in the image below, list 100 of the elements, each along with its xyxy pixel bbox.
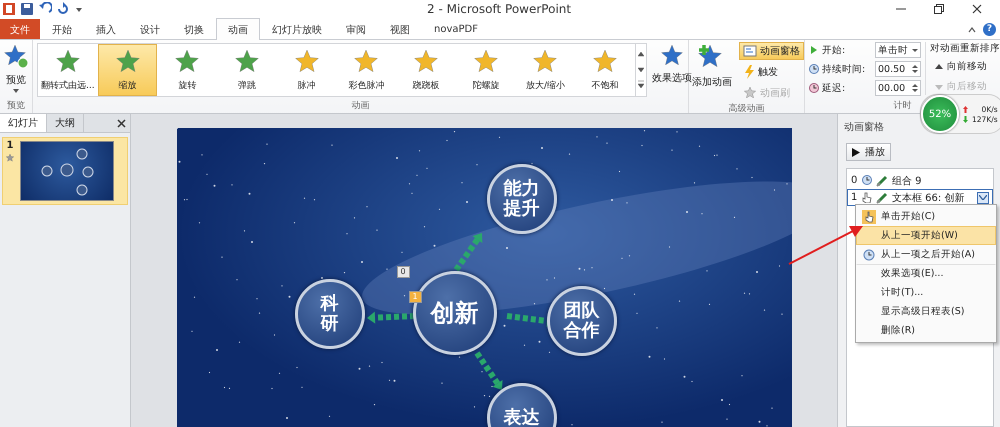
star-icon xyxy=(114,48,141,74)
preview-button[interactable]: 预览 xyxy=(0,42,32,89)
star-icon xyxy=(54,48,81,74)
star-icon xyxy=(592,48,618,74)
animation-effect[interactable]: 陀螺旋 xyxy=(456,44,516,96)
node-label: 创新 xyxy=(430,300,478,326)
star-icon xyxy=(743,86,757,100)
start-dropdown[interactable]: 单击时 xyxy=(875,42,921,58)
ribbon-tab[interactable]: 开始 xyxy=(40,19,84,39)
menu-item[interactable]: 显示高级日程表(S) xyxy=(856,302,996,321)
reorder-heading: 对动画重新排序 xyxy=(930,42,1000,55)
star-icon xyxy=(3,44,29,70)
delay-field[interactable]: 00.00 xyxy=(875,80,921,96)
animation-pane-button[interactable]: 动画窗格 xyxy=(739,42,804,60)
node-label: 表达 xyxy=(504,408,540,427)
clock-icon xyxy=(862,248,876,262)
slide-thumbnail-row[interactable]: 1 xyxy=(2,137,128,205)
play-button[interactable]: 播放 xyxy=(846,143,891,161)
star-icon xyxy=(174,48,200,74)
pane-title: 动画窗格 xyxy=(843,120,885,135)
duration-field[interactable]: 00.50 xyxy=(875,61,921,77)
clock-icon xyxy=(809,83,819,93)
animation-effect[interactable]: 不饱和 xyxy=(575,44,636,96)
ribbon-tab[interactable]: novaPDF xyxy=(422,19,490,39)
close-icon xyxy=(972,4,982,14)
menu-item[interactable]: 效果选项(E)... xyxy=(856,264,996,283)
star-icon xyxy=(353,48,380,74)
restore-button[interactable] xyxy=(932,2,946,16)
star-icon xyxy=(234,48,260,74)
window-title: 2 - Microsoft PowerPoint xyxy=(426,2,572,16)
file-tab[interactable]: 文件 xyxy=(0,19,40,39)
menu-item[interactable]: 从上一项开始(W) xyxy=(856,226,996,245)
menu-item[interactable]: 计时(T)... xyxy=(856,283,996,302)
node-label: 科研 xyxy=(320,294,338,334)
gallery-scrollbar[interactable] xyxy=(635,44,646,96)
play-icon xyxy=(852,148,860,156)
animation-order-tag: 0 xyxy=(396,266,410,278)
dotted-arrow xyxy=(366,312,415,324)
field-label: 持续时间: xyxy=(822,62,866,76)
dotted-arrow xyxy=(474,351,502,390)
wand-icon xyxy=(876,174,888,186)
group-label: 动画 xyxy=(352,100,370,113)
star-icon xyxy=(472,48,499,74)
animation-effect[interactable]: 彩色脉冲 xyxy=(336,44,396,96)
ribbon-tab[interactable]: 视图 xyxy=(378,19,422,39)
up-arrow-icon xyxy=(963,106,968,112)
ribbon-tab[interactable]: 切换 xyxy=(172,19,216,39)
clock-icon xyxy=(809,64,819,74)
restore-icon xyxy=(934,4,944,14)
pane-icon xyxy=(743,45,757,57)
caret-icon xyxy=(13,89,19,93)
menu-item[interactable]: 单击开始(C) xyxy=(856,207,996,226)
lightning-icon xyxy=(743,65,755,79)
play-icon xyxy=(809,45,819,55)
panel-tab[interactable]: 幻灯片 xyxy=(0,114,47,132)
trigger-button[interactable]: 触发 xyxy=(739,63,804,81)
wand-icon xyxy=(876,192,888,204)
star-icon xyxy=(413,48,440,74)
animation-order-tag: 1 xyxy=(408,291,422,303)
ribbon-tab[interactable]: 审阅 xyxy=(334,19,378,39)
animation-list-item[interactable]: 0 组合 9 xyxy=(847,172,993,189)
animation-effect[interactable]: 脉冲 xyxy=(276,44,337,96)
close-button[interactable] xyxy=(970,2,984,16)
chevron-icon xyxy=(979,195,987,200)
group-label: 高级动画 xyxy=(728,102,764,115)
node-label: 能力提升 xyxy=(504,179,540,219)
ribbon-tab[interactable]: 动画 xyxy=(216,18,260,40)
down-arrow-icon xyxy=(963,116,968,122)
animation-effect[interactable]: 缩放 xyxy=(98,44,158,96)
field-label: 延迟: xyxy=(822,82,846,94)
clock-icon xyxy=(862,175,872,186)
help-button[interactable]: ? xyxy=(983,23,996,36)
animation-effect[interactable]: 放大/缩小 xyxy=(516,44,576,96)
star-icon xyxy=(532,48,558,74)
spinner-icon xyxy=(912,64,918,74)
star-icon xyxy=(660,44,684,68)
animation-effect[interactable]: 旋转 xyxy=(157,44,218,96)
field-label: 开始: xyxy=(822,44,846,56)
animation-effect[interactable]: 弹跳 xyxy=(217,44,277,96)
menu-item[interactable]: 删除(R) xyxy=(856,321,996,340)
star-icon xyxy=(5,153,15,163)
ribbon-tab[interactable]: 幻灯片放映 xyxy=(260,19,334,39)
spinner-icon xyxy=(912,83,918,93)
close-icon xyxy=(116,118,126,128)
move-earlier-button[interactable]: 向前移动 xyxy=(930,58,1000,75)
star-icon xyxy=(294,48,320,74)
ribbon-tab[interactable]: 插入 xyxy=(84,19,128,39)
mouse-pointer-icon xyxy=(862,210,876,224)
node-label: 团队合作 xyxy=(564,301,600,341)
panel-tab[interactable]: 大纲 xyxy=(47,114,84,132)
animation-effect[interactable]: 翻转式由远... xyxy=(38,44,98,96)
group-label: 预览 xyxy=(7,100,25,113)
menu-item[interactable]: 从上一项之后开始(A) xyxy=(856,245,996,264)
ribbon-tab[interactable]: 设计 xyxy=(128,19,172,39)
up-triangle-icon xyxy=(934,62,944,72)
redo-icon xyxy=(56,2,70,16)
animation-effect[interactable]: 跷跷板 xyxy=(396,44,456,96)
collapse-ribbon-icon xyxy=(967,24,977,34)
percent-badge: 52% xyxy=(921,95,959,133)
slide-number: 1 xyxy=(6,140,14,151)
